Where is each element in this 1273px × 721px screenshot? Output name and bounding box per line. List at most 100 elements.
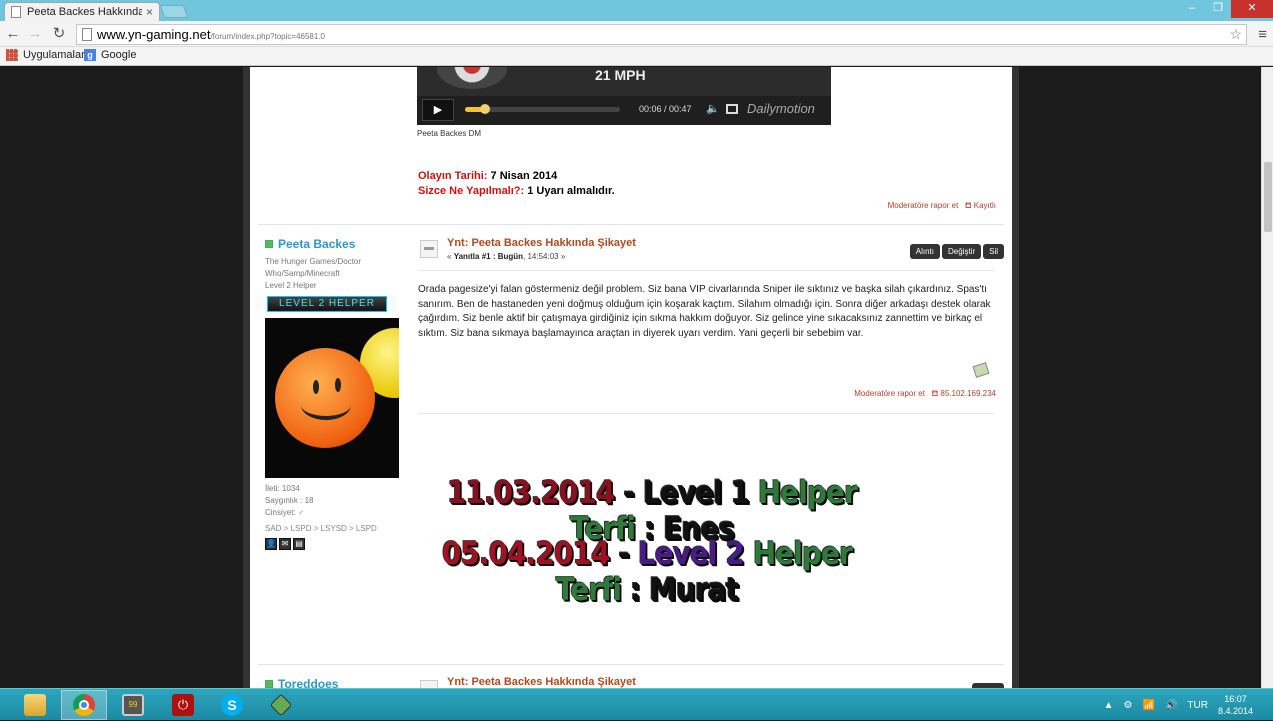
signature-line-2: 05.04.2014 - Level 2 Helper Terfi : Mura… — [440, 536, 854, 608]
dailymotion-logo[interactable]: Dailymotion — [747, 101, 815, 116]
taskbar-file-explorer[interactable] — [12, 690, 58, 720]
url-path: /forum/index.php?topic=46581.0 — [210, 32, 325, 41]
google-icon: g — [84, 49, 96, 61]
system-tray: ▲ ⚙ 📶 🔊 TUR 16:07 8.4.2014 — [1099, 689, 1273, 721]
video-seek-bar[interactable] — [465, 104, 620, 114]
tray-expand-icon[interactable]: ▲ — [1104, 700, 1114, 711]
tab-strip: Peeta Backes Hakkında Şi × – ❐ ✕ — [0, 0, 1273, 21]
post-header-divider — [418, 270, 994, 271]
clock[interactable]: 16:07 8.4.2014 — [1218, 693, 1253, 717]
smiley-mouth — [301, 390, 351, 420]
post-divider — [258, 664, 1004, 665]
network-icon[interactable]: 📶 — [1142, 700, 1154, 711]
game-icon — [269, 693, 293, 717]
clock-time: 16:07 — [1224, 694, 1247, 704]
signature-name: Murat — [649, 572, 739, 608]
browser-tab[interactable]: Peeta Backes Hakkında Şi × — [4, 2, 160, 21]
bookmark-apps[interactable]: Uygulamalar — [6, 49, 85, 61]
apps-grid-icon — [6, 49, 18, 61]
incident-date: Olayın Tarihi: 7 Nisan 2014 — [418, 170, 557, 182]
author-action-icons: 👤 ✉ ▤ — [265, 538, 405, 550]
post-title[interactable]: Ynt: Peeta Backes Hakkında Şikayet — [447, 237, 636, 249]
bookmarks-bar: Uygulamalar g Google — [0, 47, 1273, 66]
bookmark-star-icon[interactable]: ☆ — [1229, 25, 1242, 44]
post-meta: « Yanıtla #1 : Bugün, 14:54:03 » — [447, 252, 565, 261]
next-post-title[interactable]: Ynt: Peeta Backes Hakkında Şikayet — [447, 676, 636, 688]
video-overlay-text: 21 MPH — [595, 67, 646, 83]
back-icon[interactable]: ← — [4, 25, 22, 43]
page-scrollbar[interactable] — [1261, 67, 1273, 688]
power-icon: ⏻ — [172, 694, 194, 716]
report-to-moderator-link[interactable]: Moderatöre rapor et — [854, 389, 925, 398]
avatar-smiley-orange — [275, 348, 375, 448]
author-name[interactable]: Peeta Backes — [265, 237, 405, 251]
gender-row: Cinsiyet: ♂ — [265, 507, 405, 519]
taskbar-skype[interactable]: S — [209, 690, 255, 720]
play-button[interactable]: ▶ — [422, 99, 454, 121]
video-caption: Peeta Backes DM — [417, 129, 482, 138]
signature-sep: : — [621, 572, 650, 608]
skype-icon: S — [221, 694, 243, 716]
edit-button[interactable]: Değiştir — [941, 244, 982, 259]
seek-handle[interactable] — [480, 104, 491, 114]
delete-button[interactable]: Sil — [983, 244, 1004, 259]
post-count: İleti: 1034 — [265, 484, 300, 493]
incident-date-label: Olayın Tarihi: — [418, 170, 488, 182]
pm-icon[interactable]: ▤ — [293, 538, 305, 550]
taskbar-samp[interactable]: 99 — [110, 690, 156, 720]
next-author-name-text: Toreddoes — [278, 677, 339, 688]
suggested-action-label: Sizce Ne Yapılmalı?: — [418, 185, 525, 197]
folder-icon — [24, 694, 46, 716]
post-body: Orada pagesize'yi falan göstermeniz deği… — [418, 284, 991, 339]
close-window-icon[interactable]: ✕ — [1231, 0, 1273, 18]
signature-divider — [418, 413, 994, 414]
video-time: 00:06 / 00:47 — [639, 104, 692, 114]
rank-badge: LEVEL 2 HELPER — [267, 296, 387, 312]
post-author-panel: Peeta Backes The Hunger Games/Doctor Who… — [265, 237, 405, 550]
fullscreen-icon[interactable] — [726, 104, 738, 114]
author-games: The Hunger Games/Doctor Who/Samp/Minecra… — [265, 257, 362, 278]
computer-icon: 99 — [122, 694, 144, 716]
avatar — [265, 318, 399, 478]
author-stats: İleti: 1034 Saygınlık : 18 Cinsiyet: ♂ — [265, 483, 405, 519]
suggested-action-value: 1 Uyarı almalıdır. — [527, 185, 615, 197]
reload-icon[interactable]: ↻ — [50, 25, 68, 43]
post-time: , 14:54:03 » — [523, 252, 566, 261]
scrollbar-thumb[interactable] — [1264, 162, 1272, 232]
author-faction-path: SAD > LSPD > LSYSD > LSPD — [265, 524, 377, 533]
menu-icon[interactable]: ≡ — [1258, 26, 1267, 43]
signature-date: 11.03.2014 — [447, 475, 615, 511]
volume-icon[interactable]: 🔊 — [1165, 700, 1177, 711]
report-to-moderator-link[interactable]: Moderatöre rapor et — [888, 201, 959, 210]
online-status-icon — [265, 240, 273, 248]
signature-dash: - — [609, 536, 638, 572]
taskbar-power[interactable]: ⏻ — [160, 690, 206, 720]
video-frame — [437, 67, 507, 89]
next-author-name[interactable]: Toreddoes — [265, 677, 338, 688]
report-row: Moderatöre rapor et ⛾ Kayıtlı — [888, 201, 996, 211]
tab-close-icon[interactable]: × — [146, 5, 153, 19]
suggested-action: Sizce Ne Yapılmalı?: 1 Uyarı almalıdır. — [418, 185, 615, 197]
browser-toolbar: ← → ↻ www.yn-gaming.net/forum/index.php?… — [0, 21, 1273, 47]
forward-icon[interactable]: → — [26, 25, 44, 43]
bookmark-google[interactable]: g Google — [84, 49, 136, 61]
quote-button[interactable]: Alıntı — [909, 244, 940, 259]
minimize-icon[interactable]: – — [1179, 0, 1205, 18]
maximize-icon[interactable]: ❐ — [1205, 0, 1231, 18]
url-host: www.yn-gaming.net — [97, 27, 211, 42]
signature-level: Level 2 — [637, 536, 753, 572]
attachment-icon[interactable] — [972, 362, 990, 378]
address-bar[interactable]: www.yn-gaming.net/forum/index.php?topic=… — [76, 24, 1247, 45]
language-indicator[interactable]: TUR — [1187, 700, 1208, 711]
tray-settings-icon[interactable]: ⚙ — [1124, 700, 1133, 711]
post-icon — [420, 240, 438, 258]
email-icon[interactable]: ✉ — [279, 538, 291, 550]
new-tab-button[interactable] — [159, 5, 189, 18]
video-player[interactable]: 21 MPH ▶ 00:06 / 00:47 🔈 Dailymotion — [417, 67, 831, 125]
gender-label: Cinsiyet: — [265, 508, 296, 517]
volume-icon[interactable]: 🔈 — [706, 102, 720, 115]
taskbar-game[interactable] — [258, 690, 304, 720]
taskbar-chrome[interactable] — [61, 690, 107, 720]
video-controls: ▶ 00:06 / 00:47 🔈 Dailymotion — [417, 96, 831, 125]
profile-icon[interactable]: 👤 — [265, 538, 277, 550]
